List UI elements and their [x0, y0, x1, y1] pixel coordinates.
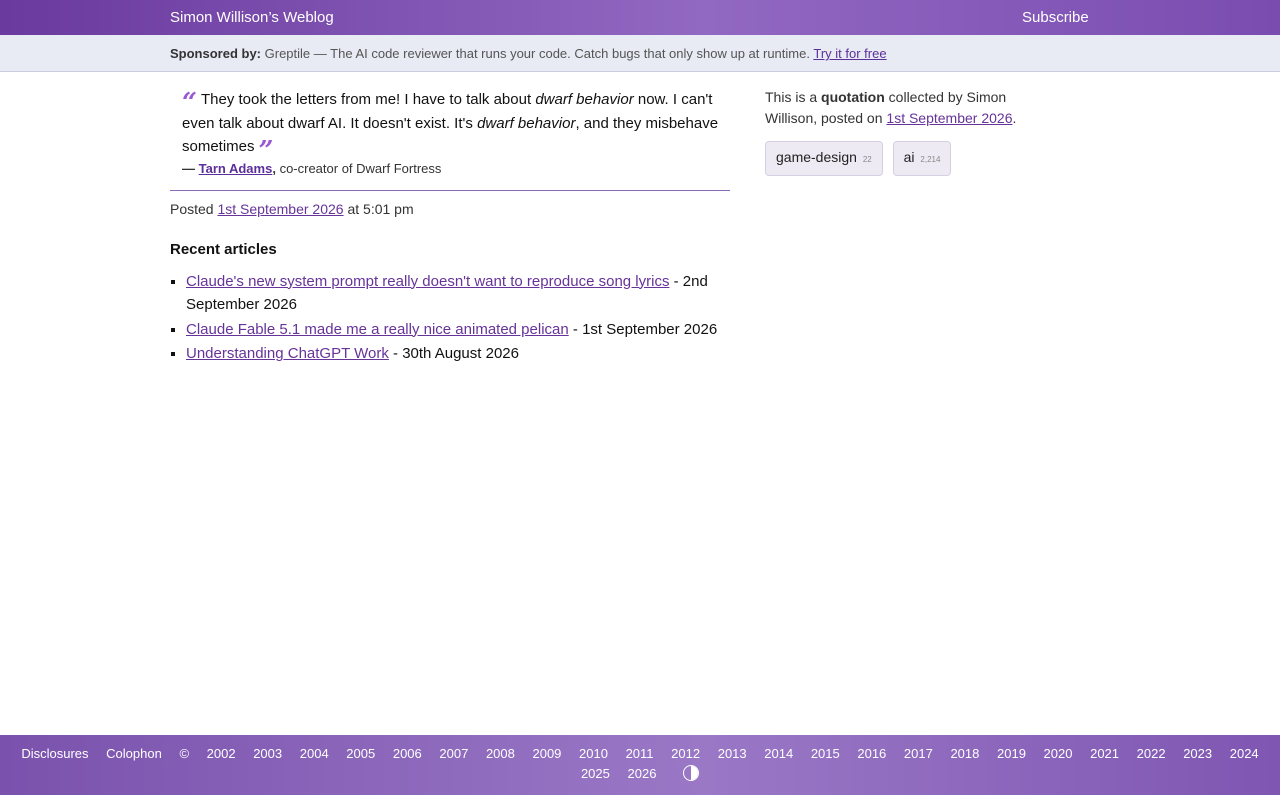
year-link[interactable]: 2005: [346, 746, 375, 761]
quotation: “They took the letters from me! I have t…: [170, 88, 730, 164]
list-item: Understanding ChatGPT Work - 30th August…: [186, 342, 730, 366]
copyright: ©: [179, 746, 190, 761]
tag-list: game-design 22 ai 2,214: [765, 141, 1035, 176]
posted-date-link[interactable]: 1st September 2026: [217, 201, 343, 217]
citation-dash: —: [182, 160, 195, 176]
article-link[interactable]: Claude's new system prompt really doesn'…: [186, 273, 669, 290]
recent-articles-list: Claude's new system prompt really doesn'…: [170, 270, 730, 366]
quote-text-1: They took the letters from me! I have to…: [200, 91, 536, 108]
recent-articles: Recent articles Claude's new system prom…: [170, 241, 730, 366]
list-item: Claude's new system prompt really doesn'…: [186, 270, 730, 317]
year-link[interactable]: 2015: [811, 746, 840, 761]
sidebar-intro: This is a quotation collected by Simon W…: [765, 87, 1035, 129]
recent-articles-heading: Recent articles: [170, 240, 277, 258]
theme-toggle-icon[interactable]: [683, 765, 700, 781]
sponsor-banner: Sponsored by: Greptile — The AI code rev…: [0, 35, 1280, 72]
year-link[interactable]: 2017: [904, 746, 933, 761]
year-link[interactable]: 2006: [393, 746, 422, 761]
year-link[interactable]: 2012: [671, 746, 700, 761]
year-link[interactable]: 2002: [207, 746, 236, 761]
article-date: - 30th August 2026: [393, 345, 519, 362]
year-link[interactable]: 2021: [1090, 746, 1119, 761]
intro-prefix: This is a: [765, 89, 818, 105]
sidebar: This is a quotation collected by Simon W…: [765, 87, 1035, 176]
year-link[interactable]: 2004: [300, 746, 329, 761]
site-title-link[interactable]: Simon Willison’s Weblog: [170, 9, 334, 26]
year-link[interactable]: 2024: [1230, 746, 1259, 761]
tag-count: 2,214: [920, 155, 941, 164]
entry-type: quotation: [821, 89, 885, 105]
posted-line: Posted 1st September 2026 at 5:01 pm: [170, 201, 730, 217]
year-link[interactable]: 2014: [764, 746, 793, 761]
year-link[interactable]: 2016: [857, 746, 886, 761]
year-link[interactable]: 2007: [439, 746, 468, 761]
sponsor-try-link[interactable]: Try it for free: [813, 46, 886, 61]
tag-name: ai: [903, 149, 915, 165]
tag-name: game-design: [776, 149, 857, 165]
quote-emphasis-1: dwarf behavior: [535, 91, 634, 108]
sponsor-text: Greptile — The AI code reviewer that run…: [264, 46, 810, 61]
year-link[interactable]: 2008: [486, 746, 515, 761]
quote-emphasis-2: dwarf behavior: [477, 114, 576, 132]
quote-citation: — Tarn Adams, co-creator of Dwarf Fortre…: [170, 161, 730, 176]
article-date: - 1st September 2026: [572, 320, 718, 338]
list-item: Claude Fable 5.1 made me a really nice a…: [186, 318, 730, 342]
year-link[interactable]: 2018: [950, 746, 979, 761]
tag-game-design[interactable]: game-design 22: [765, 141, 883, 176]
year-link[interactable]: 2023: [1183, 746, 1212, 761]
site-footer: Disclosures Colophon © 2002 2003 2004 20…: [0, 735, 1280, 795]
subscribe-link[interactable]: Subscribe: [1022, 9, 1089, 26]
posted-prefix: Posted: [170, 200, 214, 217]
year-link[interactable]: 2013: [718, 746, 747, 761]
year-link[interactable]: 2022: [1137, 746, 1166, 761]
year-link[interactable]: 2020: [1044, 746, 1073, 761]
sidebar-date-link[interactable]: 1st September 2026: [886, 110, 1012, 126]
year-link[interactable]: 2019: [997, 746, 1026, 761]
year-link[interactable]: 2009: [532, 746, 561, 761]
year-link[interactable]: 2025: [581, 766, 610, 781]
year-link[interactable]: 2026: [628, 766, 657, 781]
tag-ai[interactable]: ai 2,214: [892, 141, 952, 176]
article-link[interactable]: Understanding ChatGPT Work: [186, 345, 389, 362]
year-link[interactable]: 2011: [626, 746, 654, 761]
close-quote-icon: ”: [258, 136, 274, 166]
year-link[interactable]: 2010: [579, 746, 608, 761]
tag-count: 22: [862, 155, 872, 164]
main-content: “They took the letters from me! I have t…: [170, 88, 730, 367]
disclosures-link[interactable]: Disclosures: [21, 746, 88, 761]
colophon-link[interactable]: Colophon: [106, 746, 162, 761]
year-link[interactable]: 2003: [253, 746, 282, 761]
open-quote-icon: “: [182, 88, 197, 118]
divider: [170, 189, 730, 191]
site-header: Simon Willison’s Weblog Subscribe: [0, 0, 1280, 36]
posted-time: at 5:01 pm: [347, 200, 414, 217]
intro-period: .: [1012, 110, 1017, 126]
sponsor-label: Sponsored by:: [170, 46, 262, 61]
author-role: co-creator of Dwarf Fortress: [279, 160, 442, 176]
article-link[interactable]: Claude Fable 5.1 made me a really nice a…: [186, 321, 569, 338]
